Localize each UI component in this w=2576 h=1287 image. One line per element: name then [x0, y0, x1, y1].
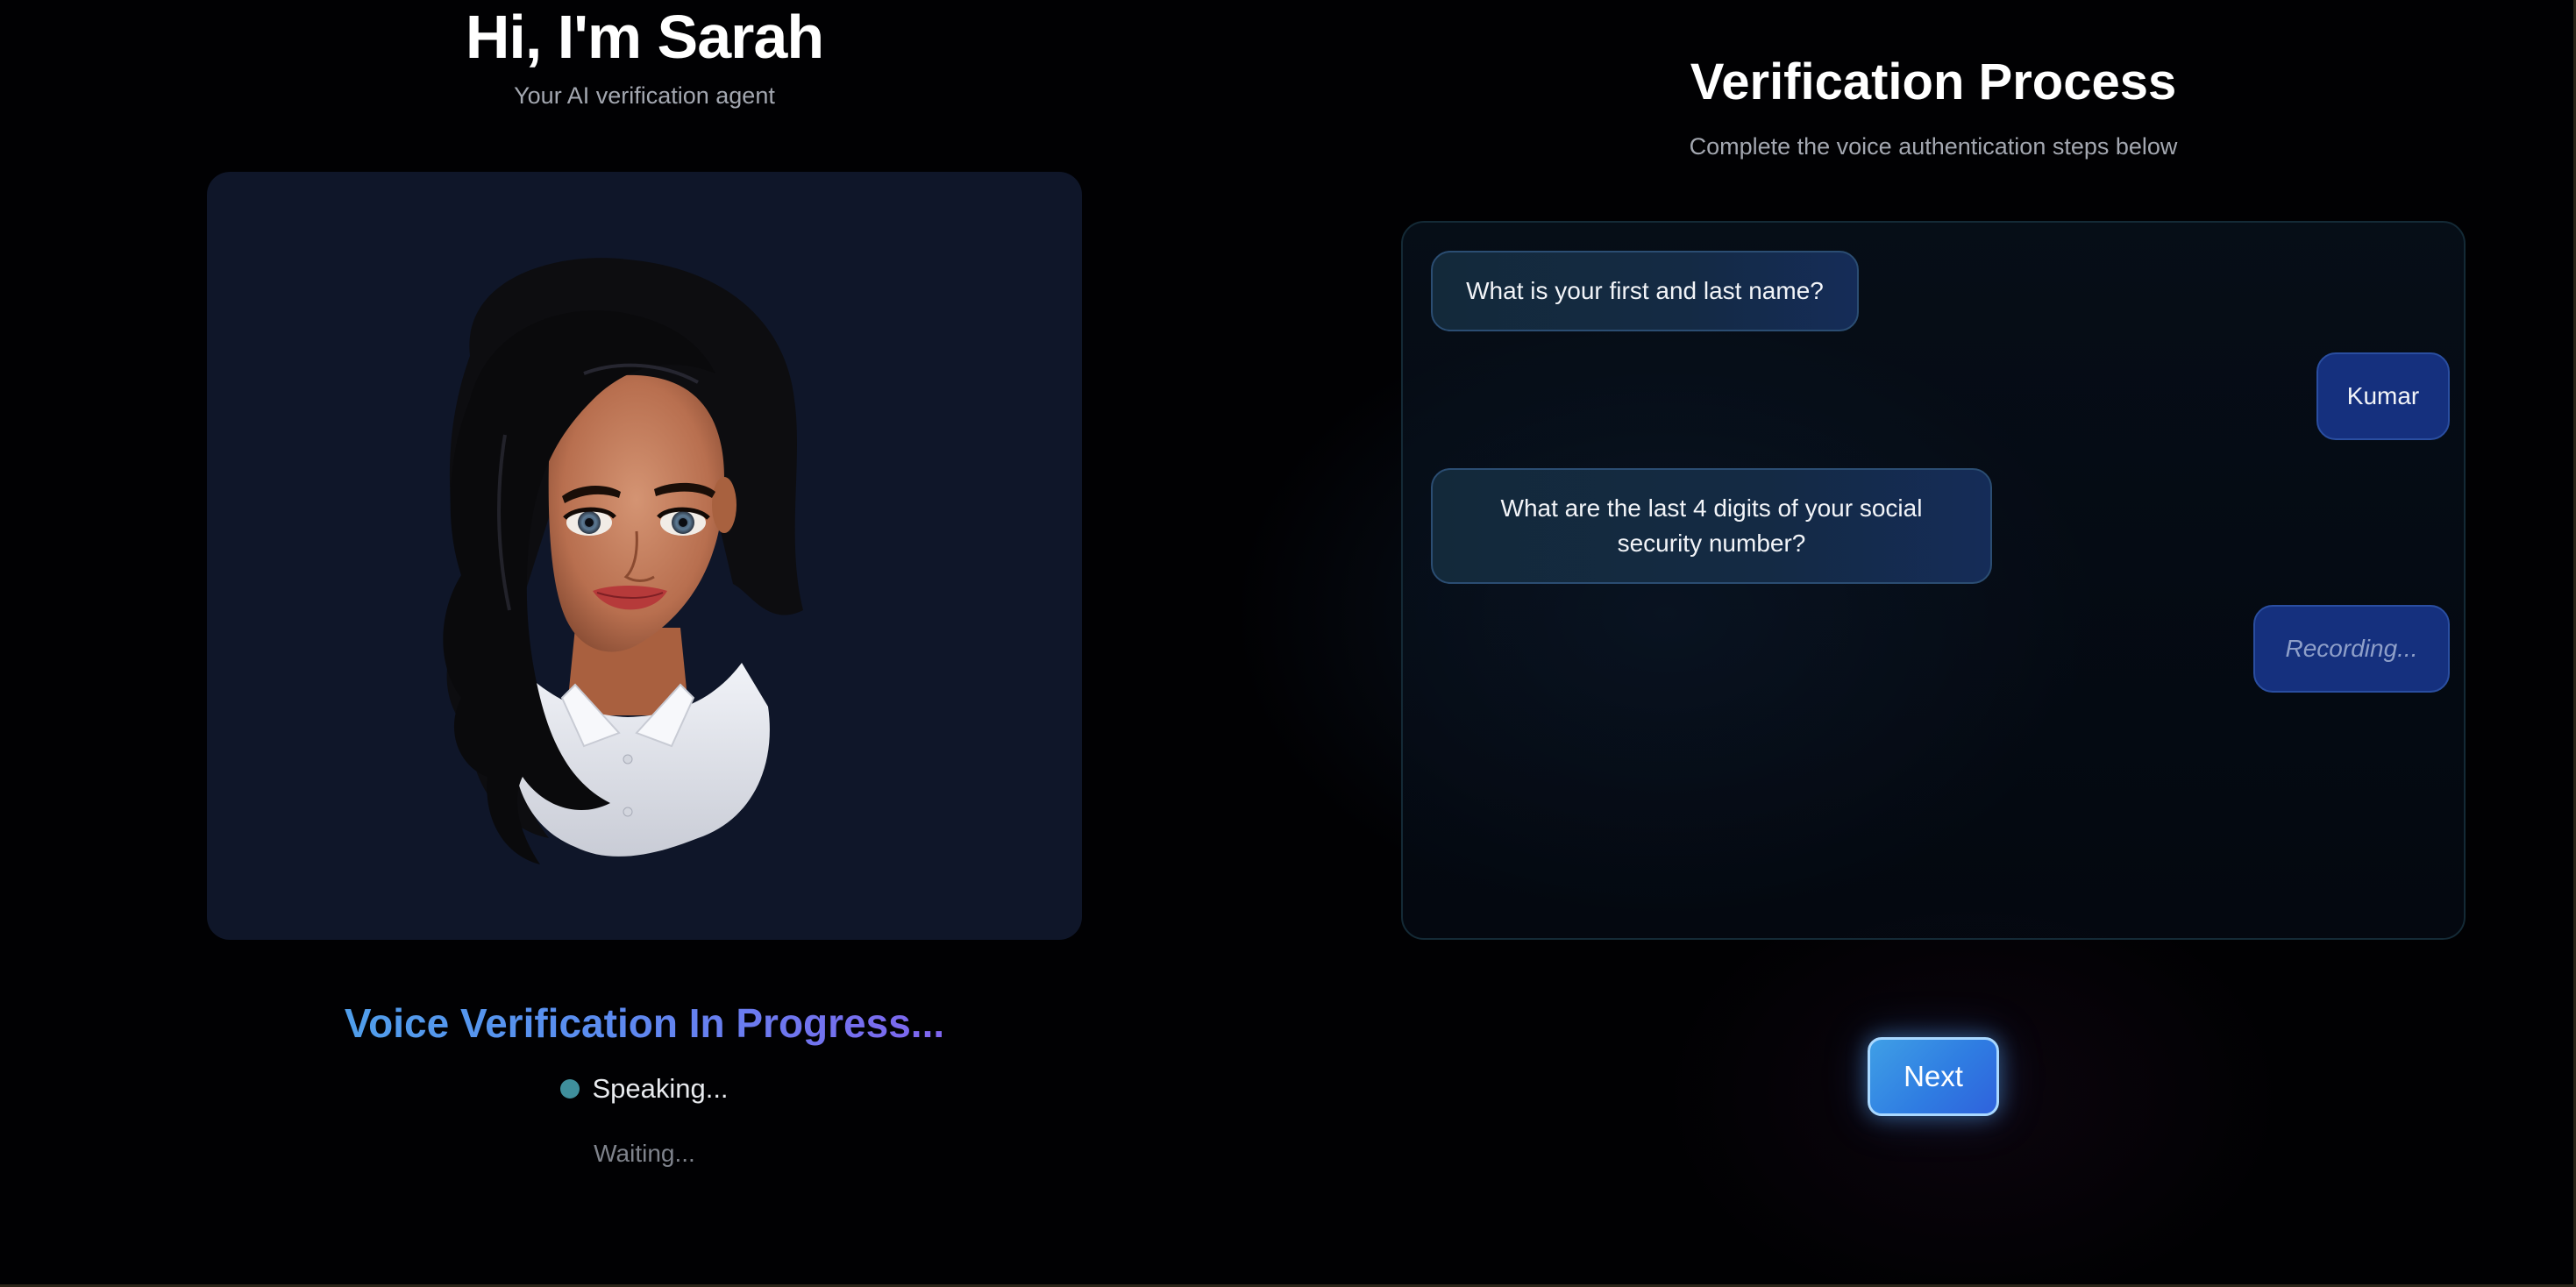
agent-greeting-title: Hi, I'm Sarah: [465, 3, 824, 71]
agent-subtitle: Your AI verification agent: [514, 82, 775, 109]
speaking-indicator: Speaking...: [206, 1073, 1083, 1105]
app-window: Hi, I'm Sarah Your AI verification agent: [0, 0, 2576, 1287]
recording-message-bubble: Recording...: [2253, 605, 2450, 693]
user-message-text: Kumar: [2346, 382, 2420, 409]
speaking-dot-icon: [560, 1079, 580, 1099]
verification-status-heading: Voice Verification In Progress...: [206, 999, 1083, 1047]
waiting-status: Waiting...: [594, 1140, 695, 1167]
agent-message-text: What is your first and last name?: [1466, 277, 1824, 304]
user-message-bubble: Kumar: [2316, 352, 2450, 440]
recording-status-text: Recording...: [2285, 635, 2418, 662]
speaking-label: Speaking...: [592, 1073, 729, 1104]
agent-message-text: What are the last 4 digits of your socia…: [1500, 494, 1923, 557]
avatar-panel: [207, 172, 1082, 940]
avatar-3d-icon: [443, 258, 803, 865]
process-title: Verification Process: [1690, 53, 2177, 110]
process-subtitle: Complete the voice authentication steps …: [1689, 133, 2178, 160]
next-button[interactable]: Next: [1868, 1037, 1999, 1116]
agent-message-bubble: What are the last 4 digits of your socia…: [1431, 468, 1992, 584]
agent-message-bubble: What is your first and last name?: [1431, 251, 1859, 331]
